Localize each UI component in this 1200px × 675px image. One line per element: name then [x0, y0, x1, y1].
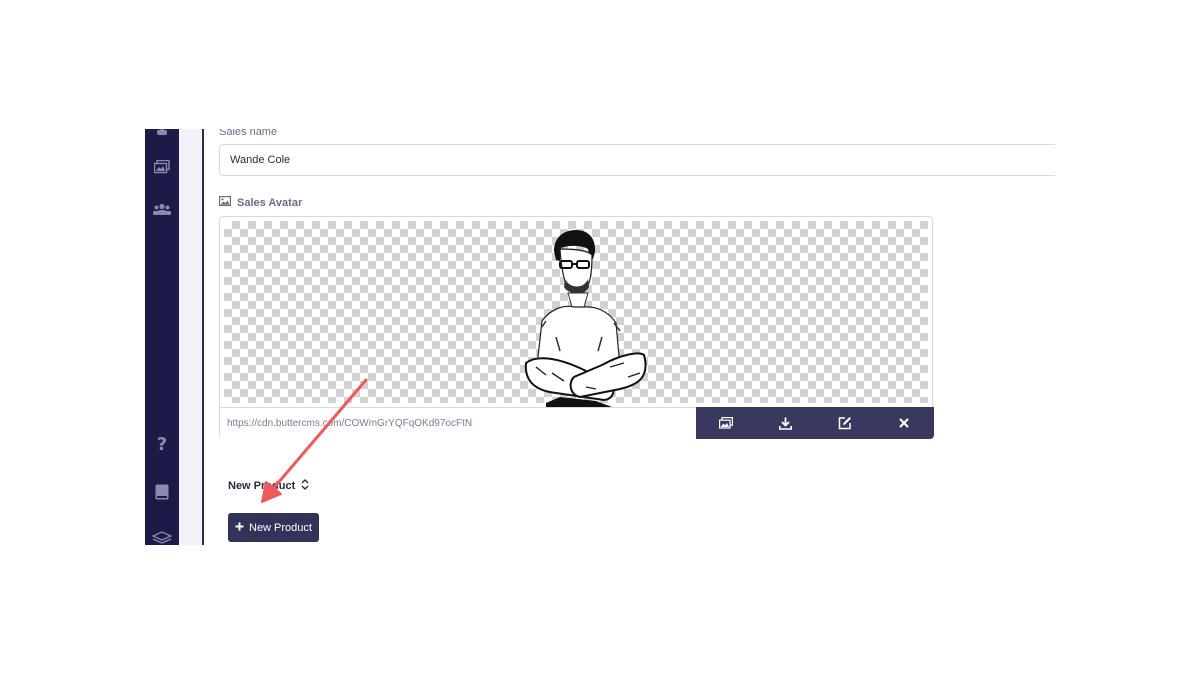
new-product-button-label: New Product	[249, 521, 312, 534]
avatar-person-image	[524, 230, 647, 407]
image-action-bar	[696, 407, 934, 439]
new-product-label-row: New Product	[228, 478, 309, 494]
new-product-label: New Product	[228, 480, 296, 492]
new-product-button[interactable]: New Product	[228, 513, 319, 542]
sort-icon[interactable]	[301, 478, 309, 494]
sales-avatar-label-row: Sales Avatar	[219, 196, 302, 209]
sales-name-label: Sales name	[219, 129, 278, 138]
help-icon[interactable]: ?	[145, 434, 179, 455]
remove-image-button[interactable]	[875, 407, 935, 439]
media-library-icon[interactable]	[145, 159, 179, 175]
edit-button[interactable]	[815, 407, 875, 439]
close-icon	[899, 418, 909, 428]
download-icon	[778, 417, 792, 430]
edit-icon	[838, 417, 851, 430]
users-icon[interactable]	[145, 129, 179, 137]
download-button[interactable]	[756, 407, 816, 439]
app-viewport: ? Sales name Sales Avatar	[145, 129, 1055, 545]
image-icon	[219, 196, 232, 209]
sales-name-input[interactable]	[219, 144, 1055, 176]
sidebar: ?	[145, 129, 179, 545]
image-library-icon	[718, 417, 733, 429]
layers-icon[interactable]	[145, 530, 179, 545]
avatar-url-field[interactable]: https://cdn.buttercms.com/COWmGrYQFqOKd9…	[220, 407, 696, 439]
image-library-button[interactable]	[696, 407, 756, 439]
plus-icon	[235, 522, 244, 534]
avatar-image-preview[interactable]	[224, 221, 928, 407]
sales-avatar-label: Sales Avatar	[237, 196, 303, 209]
avatar-image-field: https://cdn.buttercms.com/COWmGrYQFqOKd9…	[219, 216, 934, 439]
secondary-sidebar	[179, 129, 204, 545]
book-icon[interactable]	[145, 484, 179, 500]
team-icon[interactable]	[145, 201, 179, 217]
